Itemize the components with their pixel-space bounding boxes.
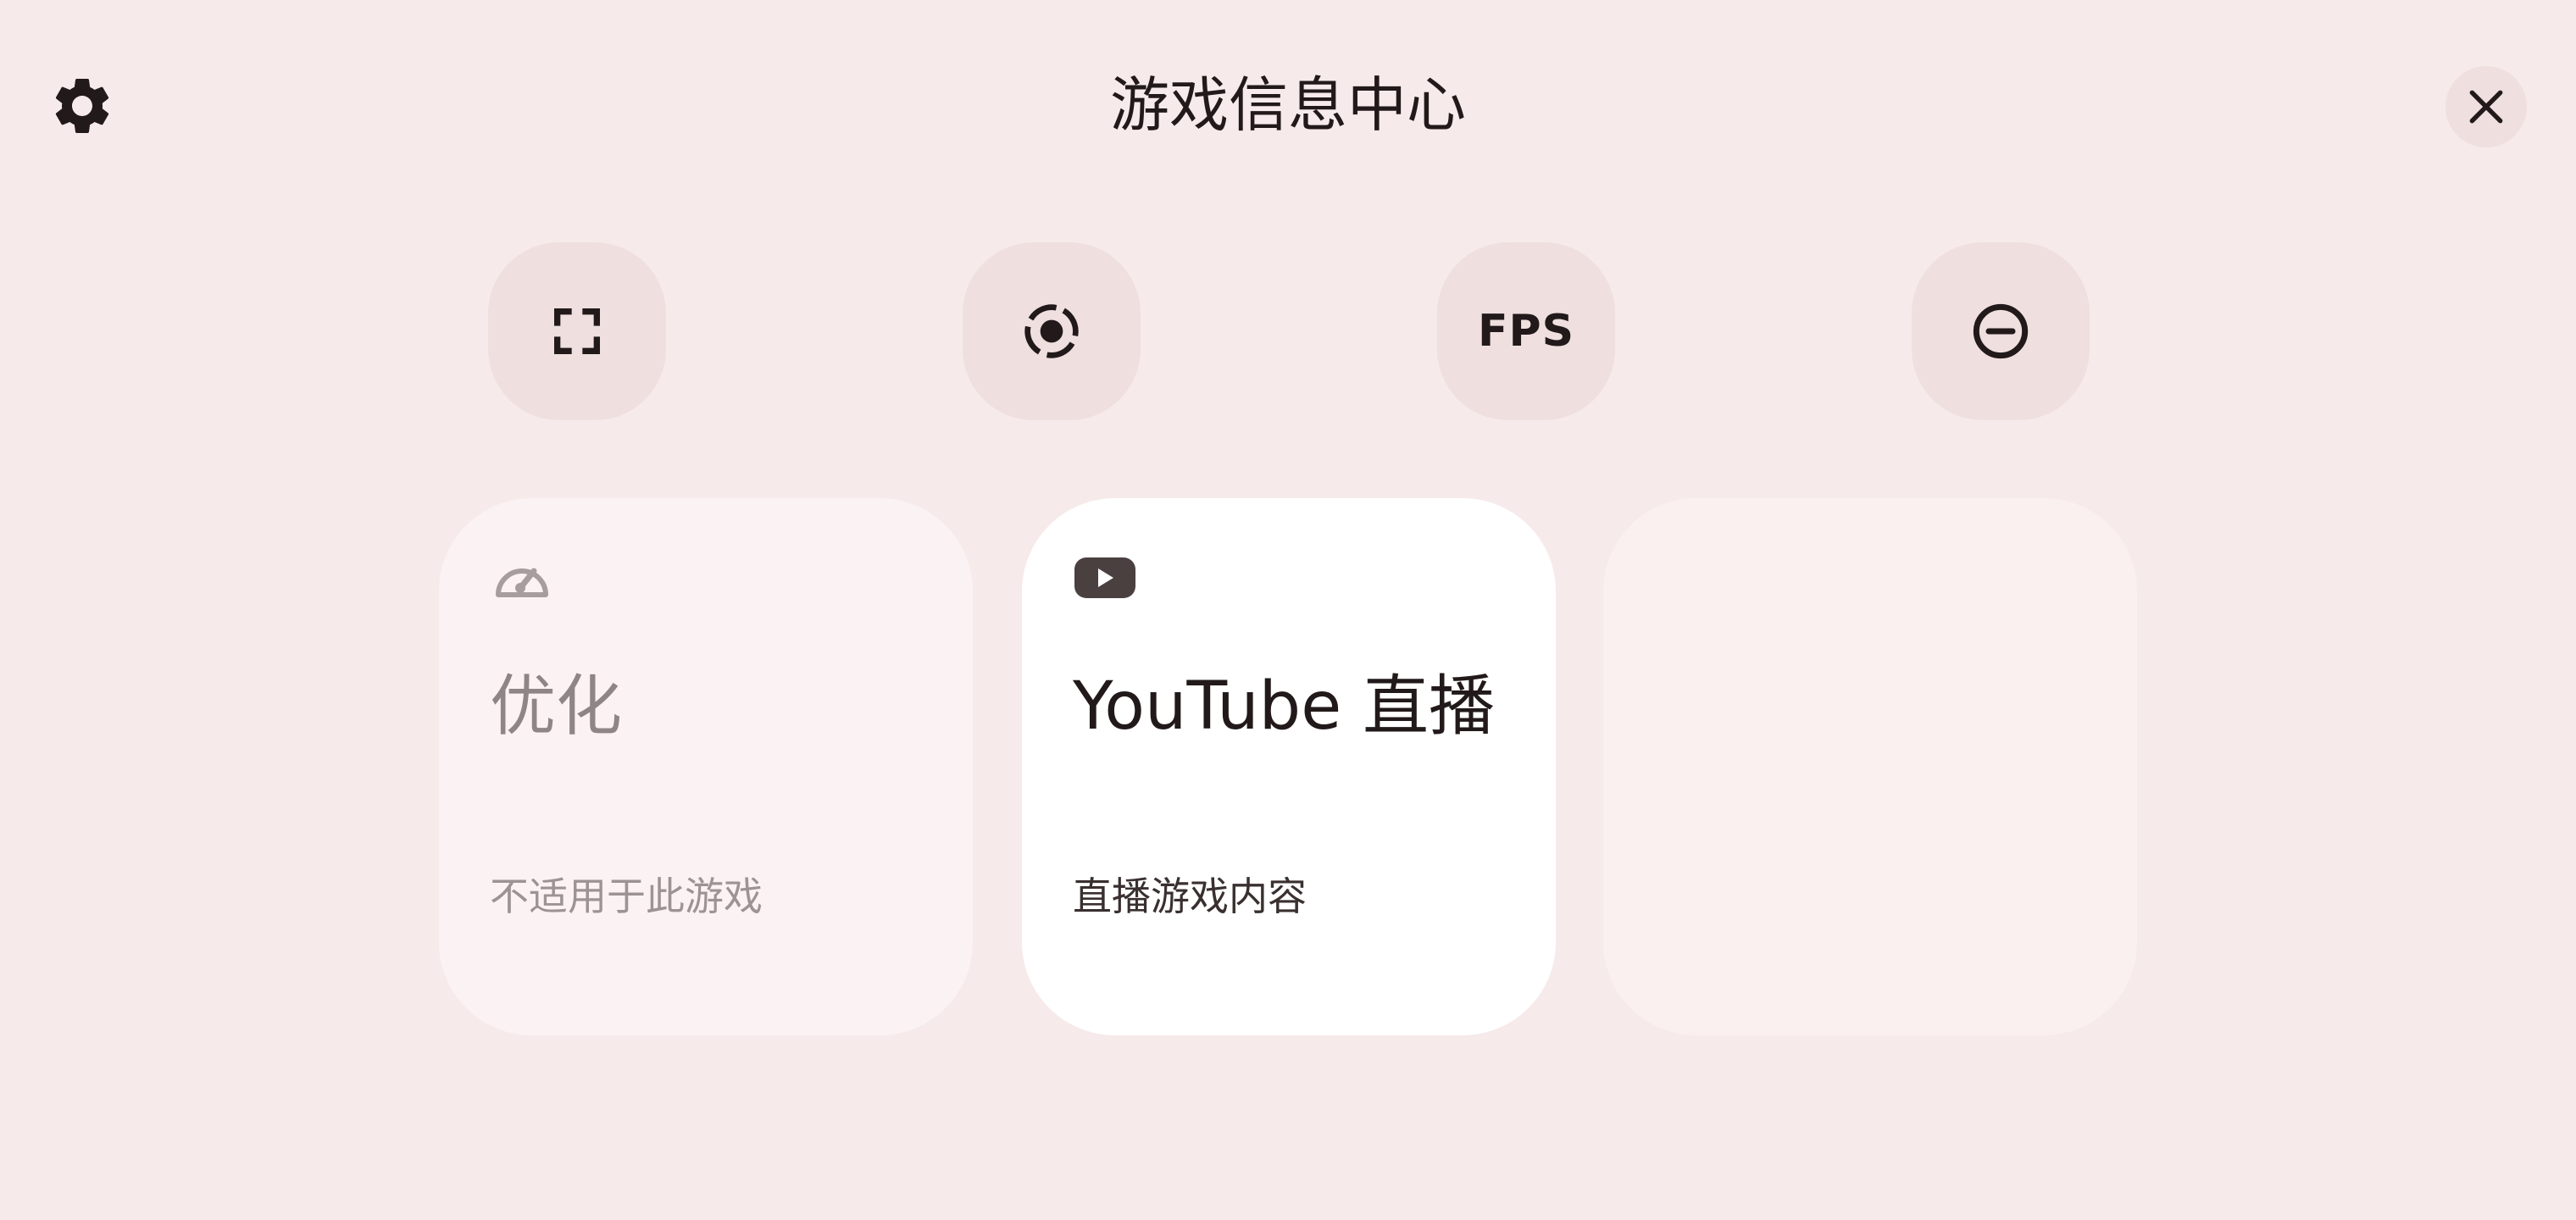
close-icon <box>2469 90 2503 124</box>
youtube-live-card[interactable]: YouTube 直播 直播游戏内容 <box>1022 498 1556 1035</box>
fps-tile[interactable]: FPS <box>1437 242 1615 420</box>
screenshot-frame-icon <box>554 308 600 354</box>
speedometer-icon <box>496 568 548 597</box>
screen-record-icon <box>1024 304 1079 358</box>
optimize-card[interactable]: 优化 不适用于此游戏 <box>439 498 973 1035</box>
do-not-disturb-icon <box>1973 303 2029 359</box>
do-not-disturb-tile[interactable] <box>1912 242 2090 420</box>
optimize-title: 优化 <box>490 668 623 745</box>
youtube-icon <box>1074 557 1135 598</box>
fps-text-icon: FPS <box>1477 306 1575 357</box>
empty-card <box>1603 498 2137 1035</box>
page-title: 游戏信息中心 <box>1110 70 1466 140</box>
screenshot-tile[interactable] <box>488 242 666 420</box>
youtube-live-title: YouTube 直播 <box>1073 668 1495 745</box>
screen-record-tile[interactable] <box>963 242 1141 420</box>
youtube-live-subtitle: 直播游戏内容 <box>1073 873 1307 919</box>
game-dashboard: 游戏信息中心 FPS 优化 不适用于此游戏 YouTube 直播 直播游戏内容 <box>0 0 2576 1220</box>
optimize-subtitle: 不适用于此游戏 <box>490 873 763 919</box>
close-button[interactable] <box>2446 66 2527 147</box>
